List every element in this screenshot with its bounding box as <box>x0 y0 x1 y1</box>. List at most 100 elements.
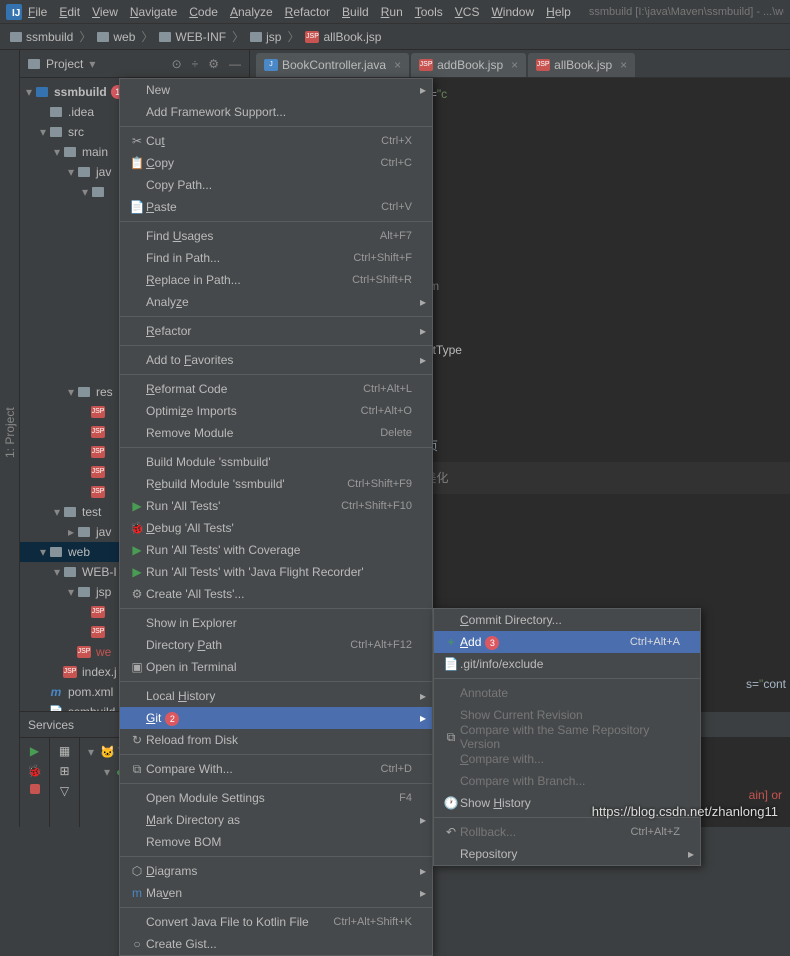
menu-item-directory-path[interactable]: Directory PathCtrl+Alt+F12 <box>120 634 432 656</box>
menu-item-mark-directory-as[interactable]: Mark Directory as▸ <box>120 809 432 831</box>
locate-icon[interactable]: ⊙ <box>172 57 182 71</box>
menu-item-run-all-tests[interactable]: ▶Run 'All Tests'Ctrl+Shift+F10 <box>120 495 432 517</box>
breadcrumb-item[interactable]: ssmbuild <box>6 28 77 46</box>
submenu-arrow-icon: ▸ <box>420 295 426 309</box>
menu-item-find-in-path[interactable]: Find in Path...Ctrl+Shift+F <box>120 247 432 269</box>
menu-item-add-framework-support[interactable]: Add Framework Support... <box>120 101 432 123</box>
menu-item-maven[interactable]: mMaven▸ <box>120 882 432 904</box>
hide-icon[interactable]: — <box>229 57 241 71</box>
menu-item-replace-in-path[interactable]: Replace in Path...Ctrl+Shift+R <box>120 269 432 291</box>
menu-item-git[interactable]: Git2▸ <box>120 707 432 729</box>
breadcrumb-item[interactable]: WEB-INF <box>155 28 230 46</box>
app-icon: IJ <box>6 4 22 20</box>
menu-item-add[interactable]: +Add3Ctrl+Alt+A <box>434 631 700 653</box>
menu-item-create-gist[interactable]: ○Create Gist... <box>120 933 432 955</box>
run-icon[interactable]: ▶ <box>30 744 39 758</box>
menu-icon: ○ <box>128 937 146 951</box>
stop-icon[interactable] <box>30 784 40 794</box>
menu-view[interactable]: View <box>86 3 124 21</box>
menu-item-reload-from-disk[interactable]: ↻Reload from Disk <box>120 729 432 751</box>
menu-item-paste[interactable]: 📄PasteCtrl+V <box>120 196 432 218</box>
menu-item-new[interactable]: New▸ <box>120 79 432 101</box>
menu-item-rebuild-module-ssmbuild[interactable]: Rebuild Module 'ssmbuild'Ctrl+Shift+F9 <box>120 473 432 495</box>
services-toolbar: ▶ 🐞 <box>20 738 50 827</box>
menu-item-run-all-tests-with-java-flight-recorder[interactable]: ▶Run 'All Tests' with 'Java Flight Recor… <box>120 561 432 583</box>
menu-edit[interactable]: Edit <box>53 3 86 21</box>
menu-icon: 📄 <box>128 200 146 214</box>
editor-tab[interactable]: JSPaddBook.jsp× <box>411 53 526 77</box>
project-label[interactable]: Project <box>46 57 83 71</box>
menu-item-repository[interactable]: Repository▸ <box>434 843 700 865</box>
menu-item-copy[interactable]: 📋CopyCtrl+C <box>120 152 432 174</box>
git-submenu[interactable]: Commit Directory...+Add3Ctrl+Alt+A📄.git/… <box>433 608 701 866</box>
tree-icon[interactable]: ⊞ <box>59 764 69 778</box>
editor-tab[interactable]: JBookController.java× <box>256 53 409 77</box>
menu-item-open-in-terminal[interactable]: ▣Open in Terminal <box>120 656 432 678</box>
menu-item-rollback: ↶Rollback...Ctrl+Alt+Z <box>434 821 700 843</box>
grid-icon[interactable]: ▦ <box>59 744 70 758</box>
menu-refactor[interactable]: Refactor <box>279 3 336 21</box>
menu-item-commit-directory[interactable]: Commit Directory... <box>434 609 700 631</box>
menu-item-diagrams[interactable]: ⬡Diagrams▸ <box>120 860 432 882</box>
menu-item-show-in-explorer[interactable]: Show in Explorer <box>120 612 432 634</box>
breadcrumb-item[interactable]: JSPallBook.jsp <box>301 28 385 46</box>
menu-item-run-all-tests-with-coverage[interactable]: ▶Run 'All Tests' with Coverage <box>120 539 432 561</box>
menu-item-add-to-favorites[interactable]: Add to Favorites▸ <box>120 349 432 371</box>
badge: 3 <box>485 636 499 650</box>
menu-item-find-usages[interactable]: Find UsagesAlt+F7 <box>120 225 432 247</box>
breadcrumb: ssmbuild〉web〉WEB-INF〉jsp〉JSPallBook.jsp <box>0 24 790 50</box>
menu-item-open-module-settings[interactable]: Open Module SettingsF4 <box>120 787 432 809</box>
close-icon[interactable]: × <box>620 58 627 72</box>
menu-item-create-all-tests[interactable]: ⚙Create 'All Tests'... <box>120 583 432 605</box>
stripe-project[interactable]: 1: Project <box>1 58 19 807</box>
tree-root[interactable]: ssmbuild <box>54 85 107 99</box>
menu-icon: ↶ <box>442 825 460 839</box>
menu-item-convert-java-file-to-kotlin-file[interactable]: Convert Java File to Kotlin FileCtrl+Alt… <box>120 911 432 933</box>
menu-item-remove-bom[interactable]: Remove BOM <box>120 831 432 853</box>
menu-item-compare-with[interactable]: ⧉Compare With...Ctrl+D <box>120 758 432 780</box>
context-menu[interactable]: New▸Add Framework Support... ✂CutCtrl+X📋C… <box>119 78 433 956</box>
menu-navigate[interactable]: Navigate <box>124 3 183 21</box>
editor-tab[interactable]: JSPallBook.jsp× <box>528 53 635 77</box>
menu-help[interactable]: Help <box>540 3 577 21</box>
submenu-arrow-icon: ▸ <box>420 689 426 703</box>
menu-item-copy-path[interactable]: Copy Path... <box>120 174 432 196</box>
menu-icon: ▶ <box>128 543 146 557</box>
menu-item-build-module-ssmbuild[interactable]: Build Module 'ssmbuild' <box>120 451 432 473</box>
menu-vcs[interactable]: VCS <box>449 3 486 21</box>
menu-file[interactable]: File <box>22 3 53 21</box>
debug-icon[interactable]: 🐞 <box>27 764 42 778</box>
menu-item-git-info-exclude[interactable]: 📄.git/info/exclude <box>434 653 700 675</box>
menu-item-cut[interactable]: ✂CutCtrl+X <box>120 130 432 152</box>
menu-build[interactable]: Build <box>336 3 375 21</box>
menu-tools[interactable]: Tools <box>409 3 449 21</box>
menu-analyze[interactable]: Analyze <box>224 3 279 21</box>
menu-item-refactor[interactable]: Refactor▸ <box>120 320 432 342</box>
submenu-arrow-icon: ▸ <box>420 711 426 725</box>
breadcrumb-item[interactable]: web <box>93 28 139 46</box>
menu-code[interactable]: Code <box>183 3 224 21</box>
menu-icon: ⧉ <box>128 762 146 777</box>
menu-item-local-history[interactable]: Local History▸ <box>120 685 432 707</box>
gear-icon[interactable]: ⚙ <box>208 57 219 71</box>
submenu-arrow-icon: ▸ <box>420 886 426 900</box>
close-icon[interactable]: × <box>394 58 401 72</box>
submenu-arrow-icon: ▸ <box>688 847 694 861</box>
filter-icon[interactable]: ▽ <box>60 784 69 798</box>
menu-run[interactable]: Run <box>375 3 409 21</box>
tool-window-stripe-left: 1: Project 2: Favorites Web <box>0 50 20 827</box>
menu-window[interactable]: Window <box>485 3 540 21</box>
services-label[interactable]: Services <box>28 718 74 732</box>
menu-item-optimize-imports[interactable]: Optimize ImportsCtrl+Alt+O <box>120 400 432 422</box>
submenu-arrow-icon: ▸ <box>420 353 426 367</box>
breadcrumb-item[interactable]: jsp <box>246 28 285 46</box>
stripe-favorites[interactable]: 2: Favorites <box>0 58 1 807</box>
menu-item-debug-all-tests[interactable]: 🐞Debug 'All Tests' <box>120 517 432 539</box>
window-title: ssmbuild [I:\java\Maven\ssmbuild] - ...\… <box>589 6 784 18</box>
close-icon[interactable]: × <box>511 58 518 72</box>
menu-item-analyze[interactable]: Analyze▸ <box>120 291 432 313</box>
menu-item-reformat-code[interactable]: Reformat CodeCtrl+Alt+L <box>120 378 432 400</box>
expand-icon[interactable]: ÷ <box>192 57 199 71</box>
menu-item-remove-module[interactable]: Remove ModuleDelete <box>120 422 432 444</box>
dropdown-icon[interactable]: ▾ <box>89 57 95 71</box>
